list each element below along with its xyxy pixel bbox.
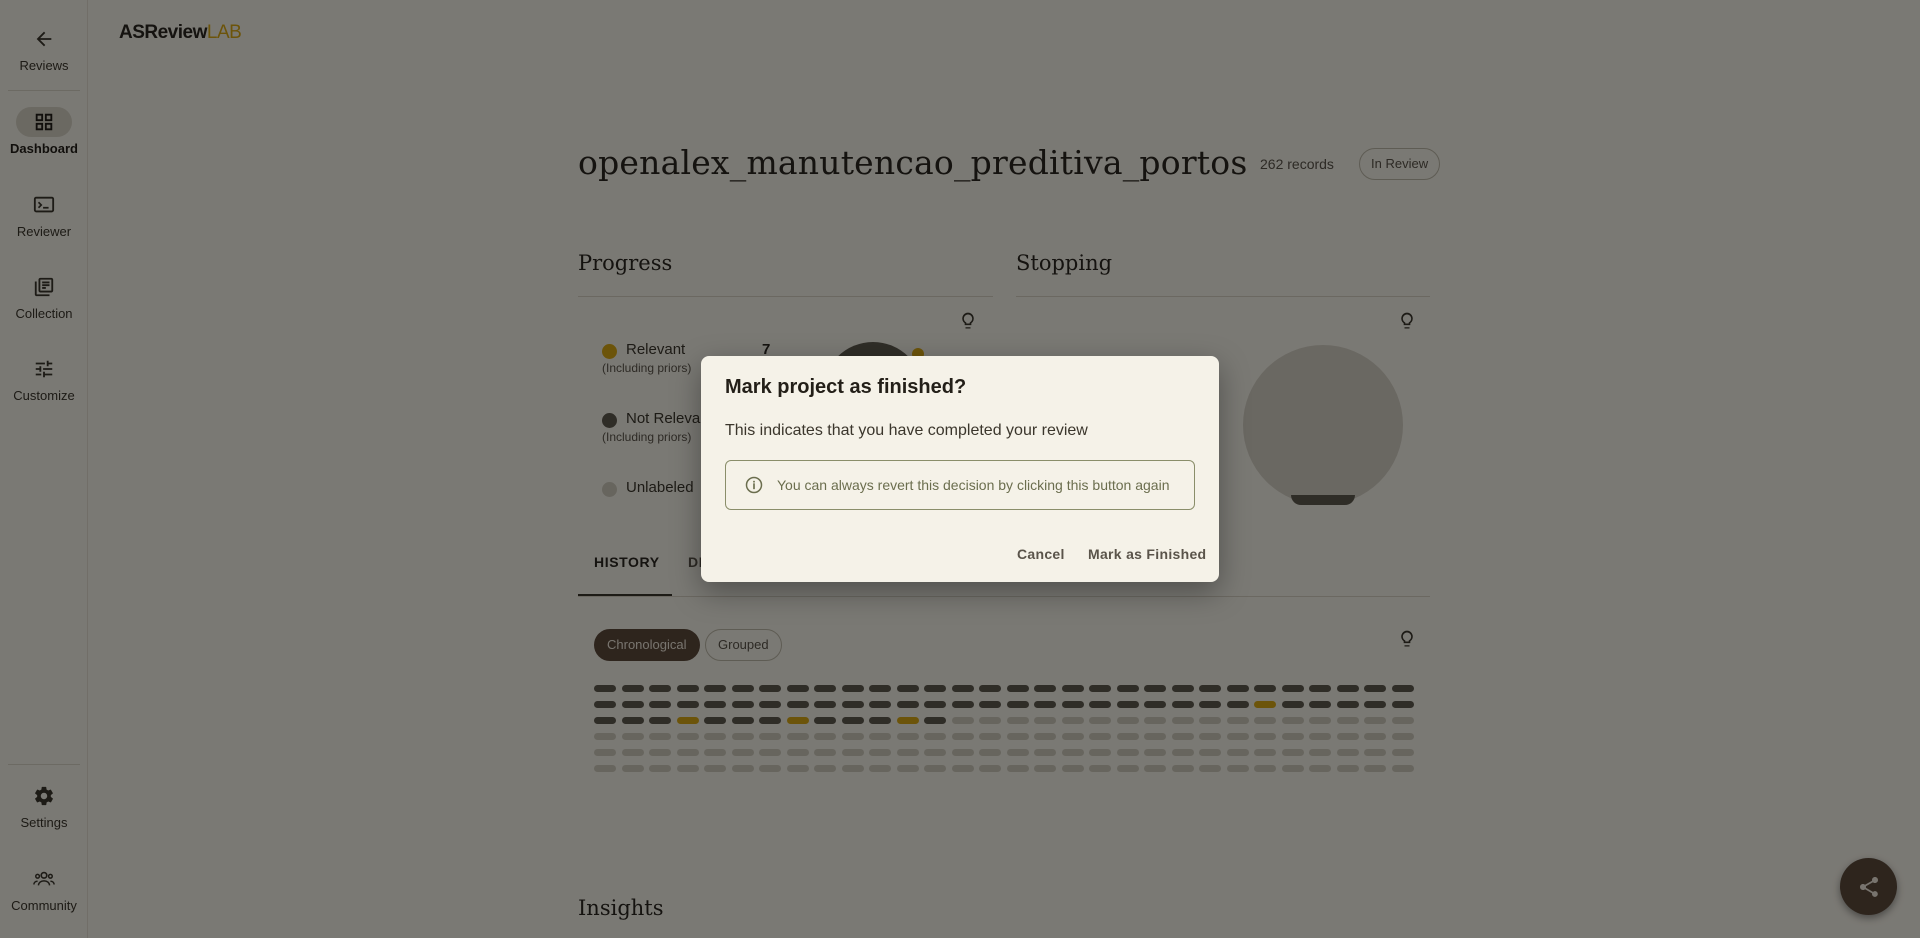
info-alert: You can always revert this decision by c… xyxy=(725,460,1195,510)
finish-dialog: Mark project as finished? This indicates… xyxy=(701,356,1219,582)
dialog-title: Mark project as finished? xyxy=(725,376,967,398)
info-icon xyxy=(744,475,764,495)
mark-as-finished-button[interactable]: Mark as Finished xyxy=(1088,546,1206,562)
dialog-text: This indicates that you have completed y… xyxy=(725,422,1088,439)
cancel-button[interactable]: Cancel xyxy=(1017,546,1065,562)
info-text: You can always revert this decision by c… xyxy=(777,477,1170,493)
